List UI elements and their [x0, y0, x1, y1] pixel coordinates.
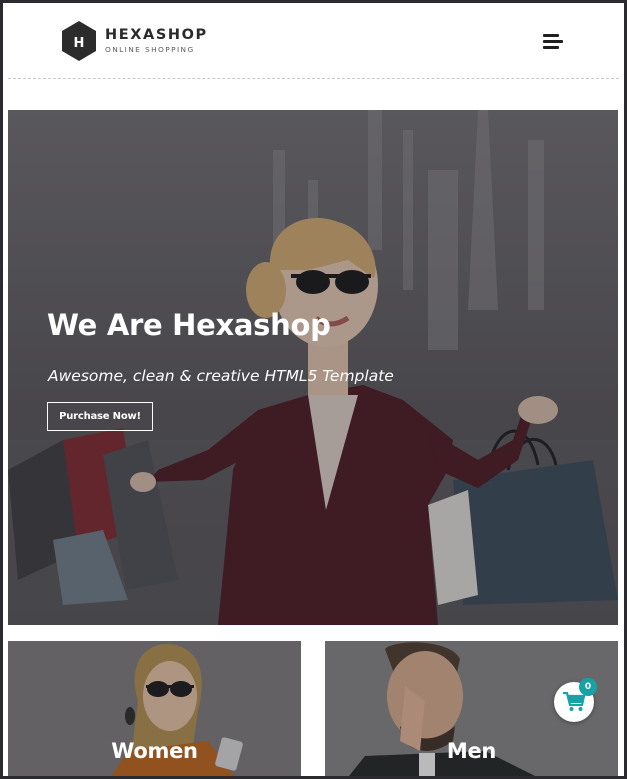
brand-tagline: ONLINE SHOPPING — [105, 45, 195, 54]
shopping-cart-icon — [563, 692, 585, 711]
header-divider — [8, 78, 619, 79]
hero-subtitle: Awesome, clean & creative HTML5 Template — [48, 367, 394, 385]
hero-title: We Are Hexashop — [47, 308, 331, 342]
page: H HEXASHOP ONLINE SHOPPING We Are Hexash… — [3, 3, 624, 776]
men-card-title: Men — [446, 739, 497, 763]
menu-line — [543, 34, 559, 37]
logo-text: HEXASHOP ONLINE SHOPPING — [105, 26, 208, 56]
hexagon-logo-icon: H — [62, 21, 96, 61]
women-card-title: Women — [111, 739, 198, 763]
site-header: H HEXASHOP ONLINE SHOPPING — [3, 3, 624, 79]
cart-count-badge: 0 — [579, 678, 597, 696]
category-card-women[interactable]: Women — [8, 641, 301, 776]
brand-logo[interactable]: H HEXASHOP ONLINE SHOPPING — [61, 21, 208, 61]
logo-letter: H — [74, 36, 85, 51]
purchase-now-button[interactable]: Purchase Now! — [47, 402, 153, 431]
hero-banner: We Are Hexashop Awesome, clean & creativ… — [8, 110, 618, 625]
hamburger-menu-icon[interactable] — [543, 33, 565, 51]
menu-line — [543, 40, 563, 43]
brand-name: HEXASHOP — [105, 27, 208, 43]
menu-line — [543, 46, 559, 49]
cart-button[interactable]: 0 — [554, 678, 597, 722]
